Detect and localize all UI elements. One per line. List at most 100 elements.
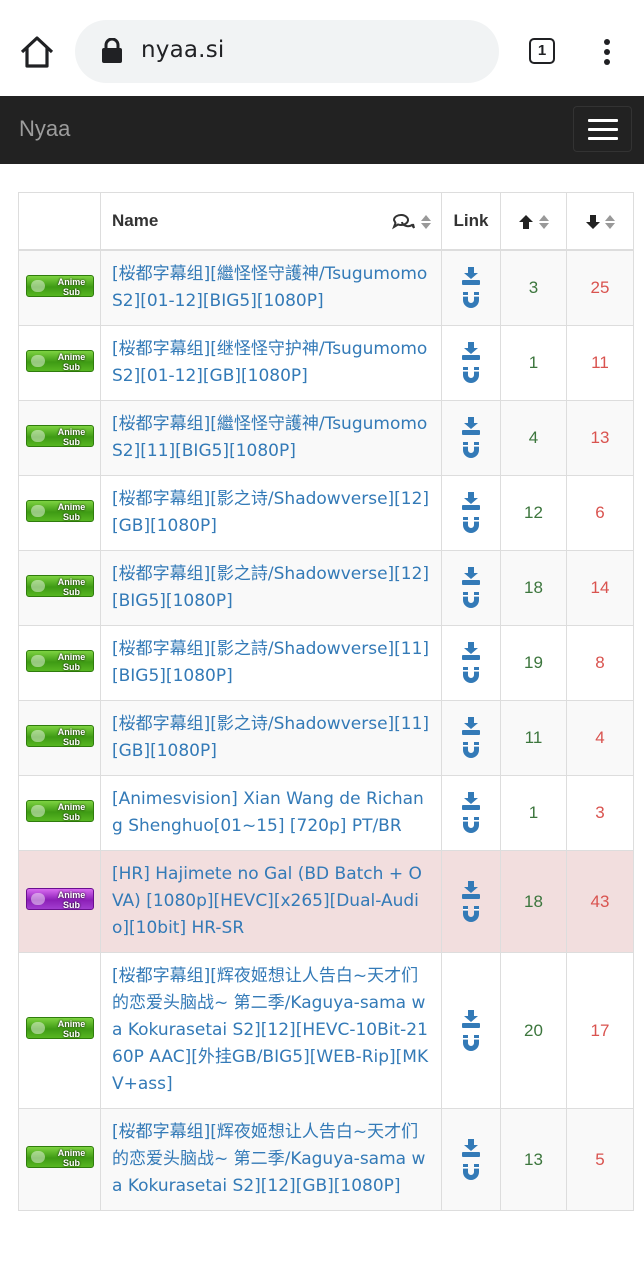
torrent-title-link[interactable]: [桜都字幕组][繼怪怪守護神/Tsugumomo S2][11][BIG5][1… <box>112 414 427 461</box>
download-icon[interactable] <box>461 880 481 899</box>
category-badge-text: Anime Sub <box>57 801 86 822</box>
category-badge-text: Anime Sub <box>57 426 86 447</box>
category-cell: Anime Sub <box>18 1108 101 1211</box>
table-row: Anime Sub [HR] Hajimete no Gal (BD Batch… <box>18 850 634 953</box>
arrow-up-icon <box>519 214 534 229</box>
torrent-title-link[interactable]: [桜都字幕组][影之诗/Shadowverse][11][GB][1080P] <box>112 714 429 761</box>
magnet-icon[interactable] <box>462 516 480 534</box>
magnet-icon[interactable] <box>462 905 480 923</box>
more-menu-icon[interactable] <box>597 38 617 66</box>
download-icon[interactable] <box>461 567 481 585</box>
home-icon[interactable] <box>17 32 57 72</box>
torrent-title-link[interactable]: [桜都字幕组][辉夜姬想让人告白~天才们的恋爱头脑战~ 第二季/Kaguya-s… <box>112 966 428 1094</box>
magnet-icon[interactable] <box>462 816 480 834</box>
table-row: Anime Sub [桜都字幕组][继怪怪守护神/Tsugumomo S2][0… <box>18 325 634 401</box>
tab-switcher-button[interactable]: 1 <box>529 38 555 64</box>
link-cell <box>441 550 501 626</box>
table-row: Anime Sub [Animesvision] Xian Wang de Ri… <box>18 775 634 851</box>
comments-sort[interactable] <box>392 211 431 231</box>
seeders-cell: 18 <box>500 850 567 953</box>
category-badge-icon[interactable]: Anime Sub <box>25 424 94 447</box>
name-cell: [桜都字幕组][繼怪怪守護神/Tsugumomo S2][11][BIG5][1… <box>100 400 442 476</box>
category-cell: Anime Sub <box>18 400 101 476</box>
link-cell <box>441 700 501 776</box>
category-badge-icon[interactable]: Anime Sub <box>25 574 94 597</box>
leechers-cell: 11 <box>566 325 634 401</box>
download-icon[interactable] <box>461 642 481 660</box>
magnet-icon[interactable] <box>462 666 480 684</box>
table-row: Anime Sub [桜都字幕组][繼怪怪守護神/Tsugumomo S2][0… <box>18 249 634 326</box>
magnet-icon[interactable] <box>462 441 480 459</box>
category-badge-icon[interactable]: Anime Sub <box>25 274 94 297</box>
leechers-header[interactable] <box>566 192 634 251</box>
seeders-cell: 12 <box>500 475 567 551</box>
magnet-icon[interactable] <box>462 1163 480 1181</box>
name-cell: [桜都字幕组][繼怪怪守護神/Tsugumomo S2][01-12][BIG5… <box>100 249 442 326</box>
leechers-cell: 43 <box>566 850 634 953</box>
name-cell: [桜都字幕组][辉夜姬想让人告白~天才们的恋爱头脑战~ 第二季/Kaguya-s… <box>100 1108 442 1211</box>
category-badge-text: Anime Sub <box>57 351 86 372</box>
magnet-icon[interactable] <box>462 366 480 384</box>
torrent-title-link[interactable]: [Animesvision] Xian Wang de Richang Shen… <box>112 789 424 836</box>
site-brand[interactable]: Nyaa <box>19 116 70 142</box>
leechers-cell: 25 <box>566 249 634 326</box>
download-icon[interactable] <box>461 492 481 510</box>
seeders-header[interactable] <box>500 192 567 251</box>
category-badge-icon[interactable]: Anime Sub <box>25 724 94 747</box>
seeders-cell: 19 <box>500 625 567 701</box>
category-badge-icon[interactable]: Anime Sub <box>25 499 94 522</box>
name-cell: [HR] Hajimete no Gal (BD Batch + OVA) [1… <box>100 850 442 953</box>
download-icon[interactable] <box>461 267 481 285</box>
category-cell: Anime Sub <box>18 775 101 851</box>
category-badge-text: Anime Sub <box>57 501 86 522</box>
magnet-icon[interactable] <box>462 591 480 609</box>
sort-icon <box>538 214 549 229</box>
sort-icon <box>421 214 431 229</box>
hamburger-icon-bar <box>588 137 618 140</box>
category-cell: Anime Sub <box>18 700 101 776</box>
category-badge-icon[interactable]: Anime Sub <box>25 1146 94 1168</box>
torrent-title-link[interactable]: [桜都字幕组][影之詩/Shadowverse][12][BIG5][1080P… <box>112 564 429 611</box>
leechers-cell: 6 <box>566 475 634 551</box>
download-icon[interactable] <box>461 792 481 810</box>
torrent-title-link[interactable]: [桜都字幕组][影之詩/Shadowverse][11][BIG5][1080P… <box>112 639 429 686</box>
seeders-cell: 4 <box>500 400 567 476</box>
category-badge-icon[interactable]: Anime Sub <box>25 1017 94 1039</box>
torrent-title-link[interactable]: [桜都字幕组][繼怪怪守護神/Tsugumomo S2][01-12][BIG5… <box>112 264 427 311</box>
seeders-cell: 20 <box>500 952 567 1109</box>
name-header[interactable]: Name <box>100 192 442 251</box>
magnet-icon[interactable] <box>462 741 480 759</box>
download-icon[interactable] <box>461 1009 481 1028</box>
seeders-cell: 1 <box>500 325 567 401</box>
download-icon[interactable] <box>461 717 481 735</box>
torrent-title-link[interactable]: [桜都字幕组][影之诗/Shadowverse][12][GB][1080P] <box>112 489 429 536</box>
torrent-title-link[interactable]: [桜都字幕组][辉夜姬想让人告白~天才们的恋爱头脑战~ 第二季/Kaguya-s… <box>112 1122 425 1196</box>
category-header <box>18 192 101 251</box>
name-cell: [桜都字幕组][影之詩/Shadowverse][12][BIG5][1080P… <box>100 550 442 626</box>
table-header-row: Name Link <box>18 192 634 251</box>
category-badge-icon[interactable]: Anime Sub <box>25 799 94 822</box>
link-cell <box>441 1108 501 1211</box>
download-icon[interactable] <box>461 342 481 360</box>
magnet-icon[interactable] <box>462 1034 480 1052</box>
name-cell: [Animesvision] Xian Wang de Richang Shen… <box>100 775 442 851</box>
magnet-icon[interactable] <box>462 291 480 309</box>
category-badge-icon[interactable]: Anime Sub <box>25 649 94 672</box>
category-badge-text: Anime Sub <box>57 726 86 747</box>
torrent-title-link[interactable]: [HR] Hajimete no Gal (BD Batch + OVA) [1… <box>112 864 422 938</box>
url-text: nyaa.si <box>141 37 225 63</box>
category-badge-icon[interactable]: Anime Sub <box>25 349 94 372</box>
menu-toggle-button[interactable] <box>573 106 632 152</box>
torrent-title-link[interactable]: [桜都字幕组][继怪怪守护神/Tsugumomo S2][01-12][GB][… <box>112 339 427 386</box>
category-cell: Anime Sub <box>18 952 101 1109</box>
table-row: Anime Sub [桜都字幕组][辉夜姬想让人告白~天才们的恋爱头脑战~ 第二… <box>18 1108 634 1211</box>
download-icon[interactable] <box>461 417 481 435</box>
category-badge-icon[interactable]: Anime Sub <box>25 888 94 910</box>
table-row: Anime Sub [桜都字幕组][辉夜姬想让人告白~天才们的恋爱头脑战~ 第二… <box>18 952 634 1109</box>
leechers-cell: 3 <box>566 775 634 851</box>
download-icon[interactable] <box>461 1138 481 1157</box>
hamburger-icon <box>588 119 618 122</box>
address-bar[interactable]: nyaa.si <box>75 20 499 83</box>
seeders-cell: 3 <box>500 249 567 326</box>
link-cell <box>441 325 501 401</box>
